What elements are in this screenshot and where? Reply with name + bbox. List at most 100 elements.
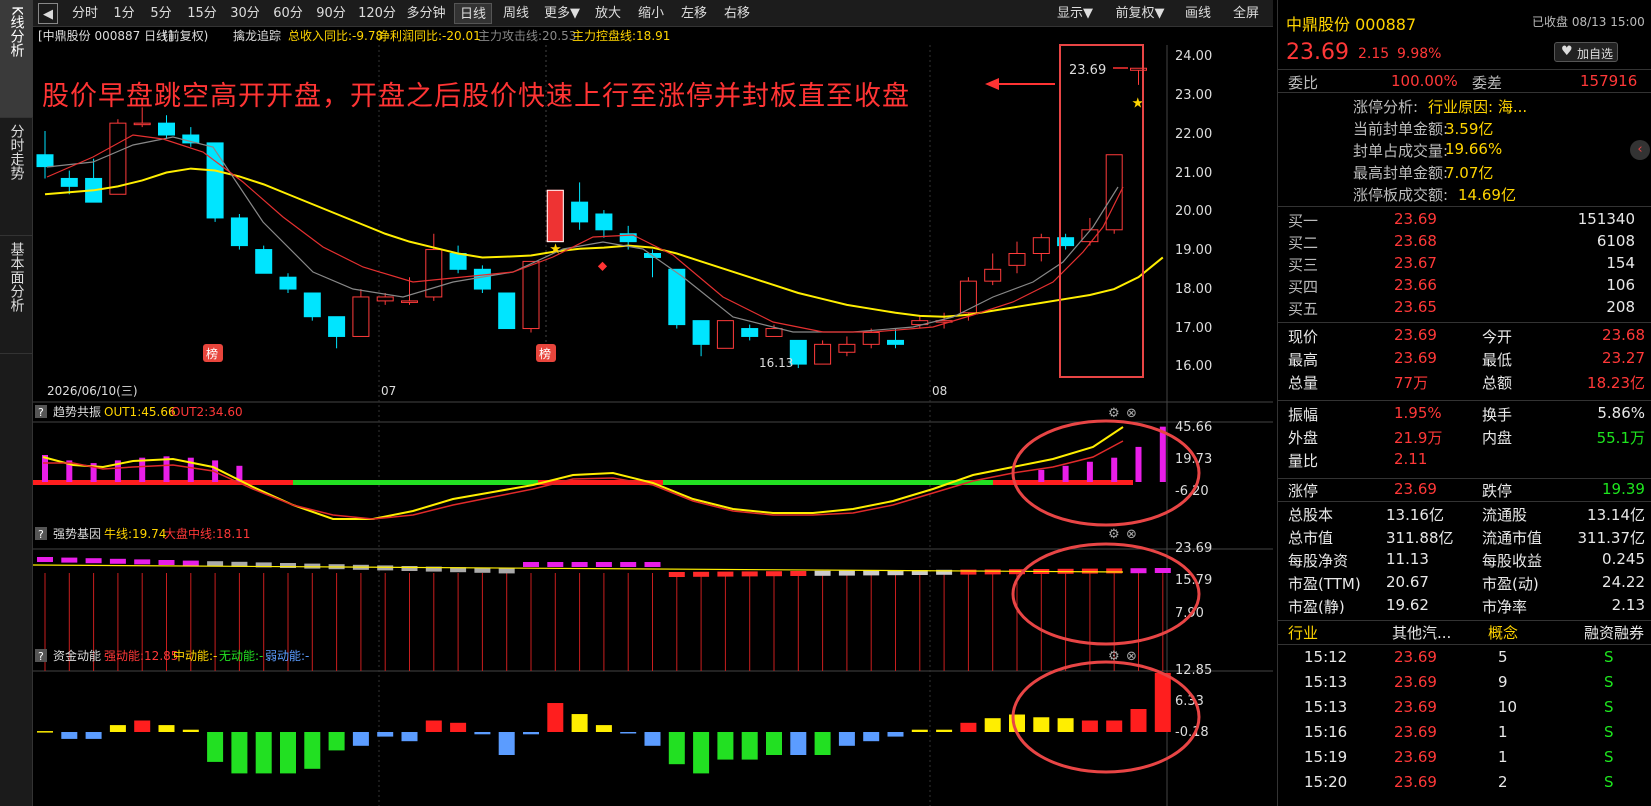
tab-kline-analysis[interactable]: K线分析 [0, 0, 33, 118]
tool-90min[interactable]: 90分 [312, 3, 350, 24]
sub2-block [109, 558, 126, 564]
tool-weekly[interactable]: 周线 [497, 3, 535, 24]
sub3-bar [863, 732, 880, 742]
stat-value: 23.68 [1602, 326, 1645, 344]
candle-body [814, 343, 832, 365]
sub1-out1: OUT1:45.66 [104, 405, 176, 419]
tool-15min[interactable]: 15分 [183, 3, 221, 24]
stat-value: 5.86% [1597, 404, 1645, 422]
tab-intraday-label: 分时走势 [8, 124, 25, 180]
add-watchlist-button[interactable]: ♥ 加自选 [1554, 42, 1618, 62]
y-tick: 18.00 [1175, 282, 1212, 297]
help-glyph: ? [38, 650, 44, 663]
tool-daily[interactable]: 日线 [454, 3, 492, 24]
y-tick: 19.00 [1175, 243, 1212, 258]
sub1-bar [1111, 457, 1118, 482]
candle-body [862, 332, 880, 345]
industry-label[interactable]: 行业 [1288, 622, 1318, 643]
sub3-bar [85, 732, 102, 739]
tab-fundamentals[interactable]: 基本面分析 [0, 236, 33, 354]
sub2-block [207, 561, 224, 567]
sub2-block [474, 567, 491, 573]
fund-value: 19.62 [1386, 596, 1429, 614]
tool-60min[interactable]: 60分 [269, 3, 307, 24]
tool-30min[interactable]: 30分 [226, 3, 264, 24]
ind-control: 主力控盘线:18.91 [572, 28, 670, 43]
sub2-block [693, 571, 710, 577]
bid-label: 买四 [1288, 278, 1319, 296]
tick-time: 15:13 [1304, 673, 1348, 691]
tab-intraday[interactable]: 分时走势 [0, 118, 33, 236]
star-icon: ★ [549, 242, 562, 258]
main-header-adj: (前复权) [163, 28, 208, 43]
concept-label[interactable]: 概念 [1488, 622, 1518, 643]
fund-label: 市盈(静) [1288, 598, 1345, 616]
sub1-baseline-green2 [663, 480, 993, 485]
tool-120min[interactable]: 120分 [355, 3, 399, 24]
sub3-bar [741, 732, 758, 760]
candle-body [230, 217, 248, 247]
industry-value[interactable]: 其他汽... [1392, 622, 1451, 643]
tick-volume: 10 [1498, 698, 1518, 716]
settings-gear-icon[interactable]: ⚙ [1108, 649, 1120, 664]
tool-zoom-out[interactable]: 缩小 [632, 3, 670, 24]
price-change: 2.15 [1358, 46, 1390, 62]
sub2-block [401, 566, 418, 571]
sub2-block [790, 571, 807, 576]
tool-multi-min[interactable]: 多分钟 [403, 3, 449, 24]
tool-move-right[interactable]: 右移 [718, 3, 756, 24]
candle-body [984, 268, 1002, 282]
kline-chart-area[interactable]: [中鼎股份 000887 日线] (前复权) 擒龙追踪 总收入同比:-9.78 … [33, 27, 1273, 806]
tool-fullscreen[interactable]: 全屏 [1226, 3, 1266, 24]
tool-adjust[interactable]: 前复权▼ [1111, 3, 1169, 24]
settings-gear-icon[interactable]: ⚙ [1108, 406, 1120, 421]
fund-value: 311.88亿 [1386, 529, 1454, 547]
settings-gear-icon[interactable]: ⚙ [1108, 527, 1120, 542]
y-tick: 20.00 [1175, 204, 1212, 219]
bid-volume: 154 [1606, 254, 1635, 272]
limit-info-key: 当前封单金额: [1353, 120, 1449, 138]
fund-value: 2.13 [1611, 596, 1645, 614]
chart-annotation-text: 股价早盘跳空高开开盘，开盘之后股价快速上行至涨停并封板直至收盘 [42, 81, 910, 112]
fund-label: 市盈(TTM) [1288, 575, 1361, 593]
margin-label[interactable]: 融资融券 [1584, 622, 1644, 643]
add-watchlist-label: 加自选 [1577, 47, 1614, 61]
tool-zoom-in[interactable]: 放大 [589, 3, 627, 24]
tool-move-left[interactable]: 左移 [675, 3, 713, 24]
sub3-bar [450, 722, 467, 732]
candle-body [328, 316, 346, 337]
tool-fenshi[interactable]: 分时 [66, 3, 104, 24]
candle-body [449, 253, 467, 270]
tool-more[interactable]: 更多▼ [540, 3, 584, 24]
sub3-bar [717, 732, 734, 760]
collapse-panel-icon[interactable]: ◀ [38, 3, 58, 24]
tool-1min[interactable]: 1分 [108, 3, 140, 24]
close-icon[interactable]: ⊗ [1126, 527, 1137, 542]
tool-display[interactable]: 显示▼ [1051, 3, 1099, 24]
tool-5min[interactable]: 5分 [145, 3, 177, 24]
period-toolbar: ◀ 分时 1分 5分 15分 30分 60分 90分 120分 多分钟 日线 周… [33, 0, 1273, 27]
sub3-bar [61, 732, 78, 739]
tick-direction: S [1604, 673, 1614, 691]
sub2-block [741, 571, 758, 577]
tick-direction: S [1604, 773, 1614, 791]
fund-value: 13.14亿 [1587, 506, 1645, 524]
main-indicator-name: 擒龙追踪 [233, 28, 281, 43]
candle-body [716, 320, 734, 349]
sub3-bar [887, 732, 904, 737]
sub3-bar [37, 731, 53, 733]
candle-body [668, 268, 686, 326]
sub2-block [158, 560, 175, 565]
stat-value: 77万 [1394, 374, 1429, 392]
fund-label: 总股本 [1288, 506, 1334, 524]
sub2-block [1154, 568, 1171, 573]
weicha-label: 委差 [1472, 74, 1503, 92]
heart-icon: ♥ [1561, 44, 1573, 59]
close-icon[interactable]: ⊗ [1126, 406, 1137, 421]
tool-draw[interactable]: 画线 [1178, 3, 1218, 24]
bid-price: 23.69 [1394, 210, 1437, 228]
limit-info-value: 行业原因: 海... [1428, 98, 1528, 116]
sub3-tick: 6.33 [1175, 694, 1204, 709]
close-icon[interactable]: ⊗ [1126, 649, 1137, 664]
chevron-left-icon[interactable]: ‹ [1630, 140, 1650, 160]
